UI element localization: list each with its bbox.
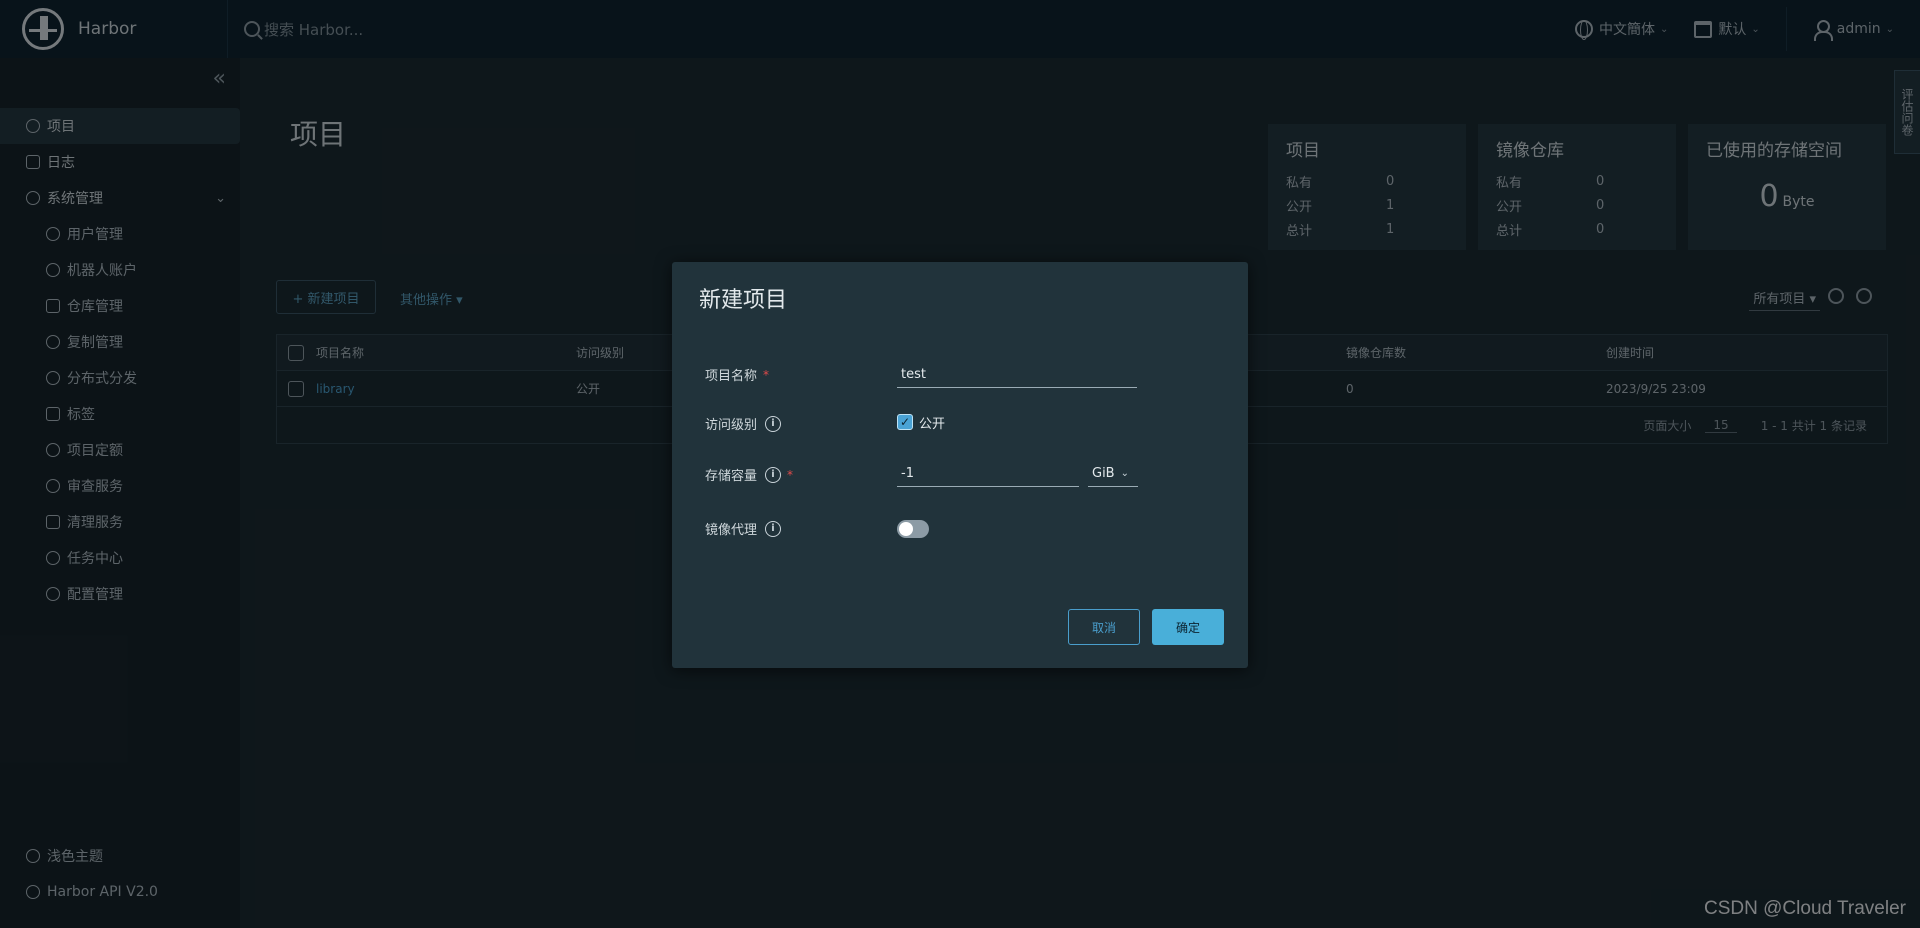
storage-quota-input[interactable]: -1 (897, 461, 1079, 487)
info-icon[interactable]: i (765, 466, 782, 483)
label-text: 访问级别 (705, 418, 758, 433)
required-marker: * (787, 467, 794, 482)
public-label[interactable]: 公开 (919, 413, 945, 432)
new-project-dialog: 新建项目 项目名称 * test 访问级别 i ✓ 公开 存储容量 i * -1 GiB… (672, 262, 1248, 668)
access-level-label: 访问级别 i (705, 414, 782, 433)
public-checkbox[interactable]: ✓ (897, 414, 913, 430)
info-icon[interactable]: i (765, 520, 782, 537)
storage-unit-value: GiB (1092, 466, 1115, 481)
storage-unit-select[interactable]: GiB ⌄ (1088, 461, 1138, 487)
project-name-label: 项目名称 * (705, 365, 770, 385)
label-text: 存储容量 (705, 469, 758, 484)
cancel-button[interactable]: 取消 (1068, 609, 1140, 645)
proxy-cache-toggle[interactable] (897, 520, 929, 538)
chevron-down-icon: ⌄ (1120, 468, 1129, 479)
required-marker: * (763, 367, 770, 382)
label-text: 镜像代理 (705, 523, 758, 538)
project-name-input[interactable]: test (897, 362, 1137, 388)
info-icon[interactable]: i (765, 415, 782, 432)
proxy-cache-label: 镜像代理 i (705, 519, 782, 538)
label-text: 项目名称 (705, 369, 758, 384)
dialog-title: 新建项目 (699, 288, 788, 313)
confirm-button[interactable]: 确定 (1152, 609, 1224, 645)
storage-quota-label: 存储容量 i * (705, 465, 793, 484)
